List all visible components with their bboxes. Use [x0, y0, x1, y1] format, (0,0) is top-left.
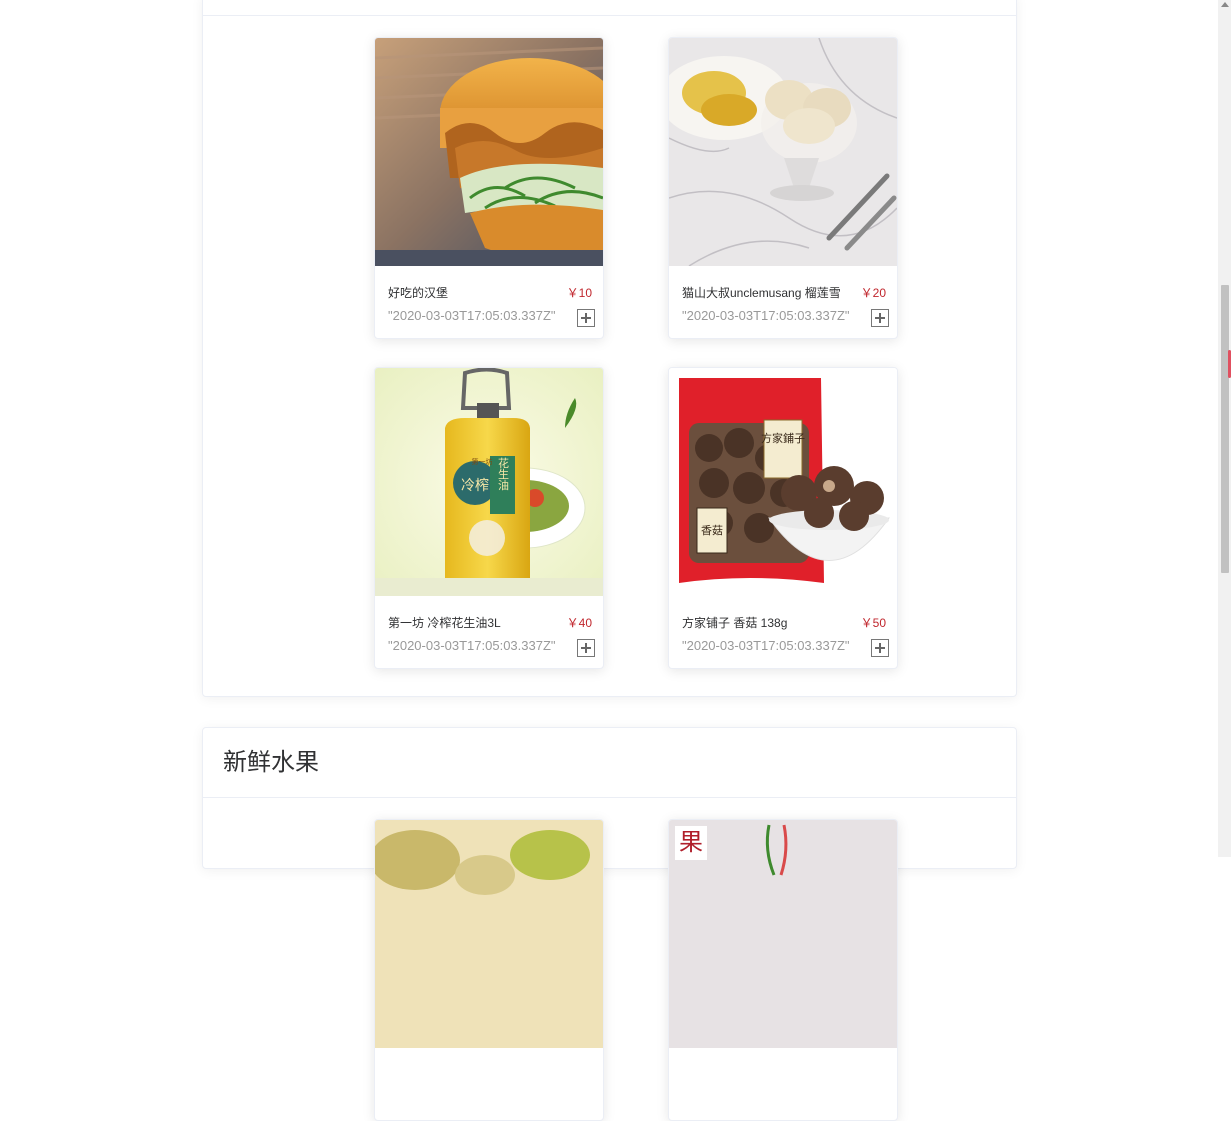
product-card[interactable]: 果 [668, 819, 898, 1121]
product-price: ￥20 [860, 286, 886, 300]
durian-ice-cream-image[interactable] [669, 38, 897, 266]
burger-image[interactable] [375, 38, 603, 266]
product-date: "2020-03-03T17:05:03.337Z" [388, 638, 556, 653]
category-panel: 好吃的汉堡 ￥10 "2020-03-03T17:05:03.337Z" 猫山大… [202, 0, 1017, 697]
product-date: "2020-03-03T17:05:03.337Z" [682, 638, 850, 653]
add-to-cart-icon[interactable] [577, 309, 595, 327]
add-to-cart-icon[interactable] [871, 639, 889, 657]
page: 好吃的汉堡 ￥10 "2020-03-03T17:05:03.337Z" 猫山大… [0, 0, 1218, 1121]
add-to-cart-icon[interactable] [577, 639, 595, 657]
product-price: ￥10 [566, 286, 592, 300]
scroll-thumb[interactable] [1221, 285, 1229, 573]
product-card[interactable]: 好吃的汉堡 ￥10 "2020-03-03T17:05:03.337Z" [374, 37, 604, 339]
product-date: "2020-03-03T17:05:03.337Z" [388, 308, 556, 323]
fruit-box-image[interactable]: 果 [669, 820, 897, 1048]
mushroom-brand-label: 方家鋪子 [761, 431, 805, 445]
mushroom-label: 香菇 [701, 523, 723, 537]
product-date: "2020-03-03T17:05:03.337Z" [682, 308, 850, 323]
oil-name-label: 花生油 [497, 457, 510, 490]
add-to-cart-icon[interactable] [871, 309, 889, 327]
scroll-up-arrow-icon[interactable] [1221, 2, 1229, 7]
product-name: 方家铺子 香菇 138g [682, 616, 788, 630]
panel-divider [203, 797, 1016, 798]
fruit-category-panel: 新鲜水果 果 [202, 727, 1017, 1121]
panel-divider [203, 15, 1016, 16]
fruit-brand-char: 果 [679, 828, 703, 856]
product-price: ￥50 [860, 616, 886, 630]
page-scrollbar[interactable] [1218, 0, 1231, 857]
peanut-oil-image[interactable]: 冷榨 花生油 第一坊 [375, 368, 603, 596]
category-title: 新鲜水果 [223, 749, 319, 776]
mushroom-image[interactable]: 方家鋪子 香菇 [669, 368, 897, 596]
oil-cold-label: 冷榨 [461, 477, 489, 494]
fruit-image[interactable] [375, 820, 603, 1048]
product-card[interactable]: 冷榨 花生油 第一坊 第一坊 冷榨花生油3L ￥40 "2020-03-03T1… [374, 367, 604, 669]
product-card[interactable]: 方家鋪子 香菇 方家铺子 香菇 138g ￥50 "2020-03-03T17:… [668, 367, 898, 669]
product-price: ￥40 [566, 616, 592, 630]
product-name: 第一坊 冷榨花生油3L [388, 616, 501, 630]
product-card[interactable]: 猫山大叔unclemusang 榴莲雪 ￥20 "2020-03-03T17:0… [668, 37, 898, 339]
product-name: 猫山大叔unclemusang 榴莲雪 [682, 286, 841, 300]
oil-brand-label: 第一坊 [472, 457, 493, 466]
product-card[interactable] [374, 819, 604, 1121]
product-name: 好吃的汉堡 [388, 286, 449, 300]
